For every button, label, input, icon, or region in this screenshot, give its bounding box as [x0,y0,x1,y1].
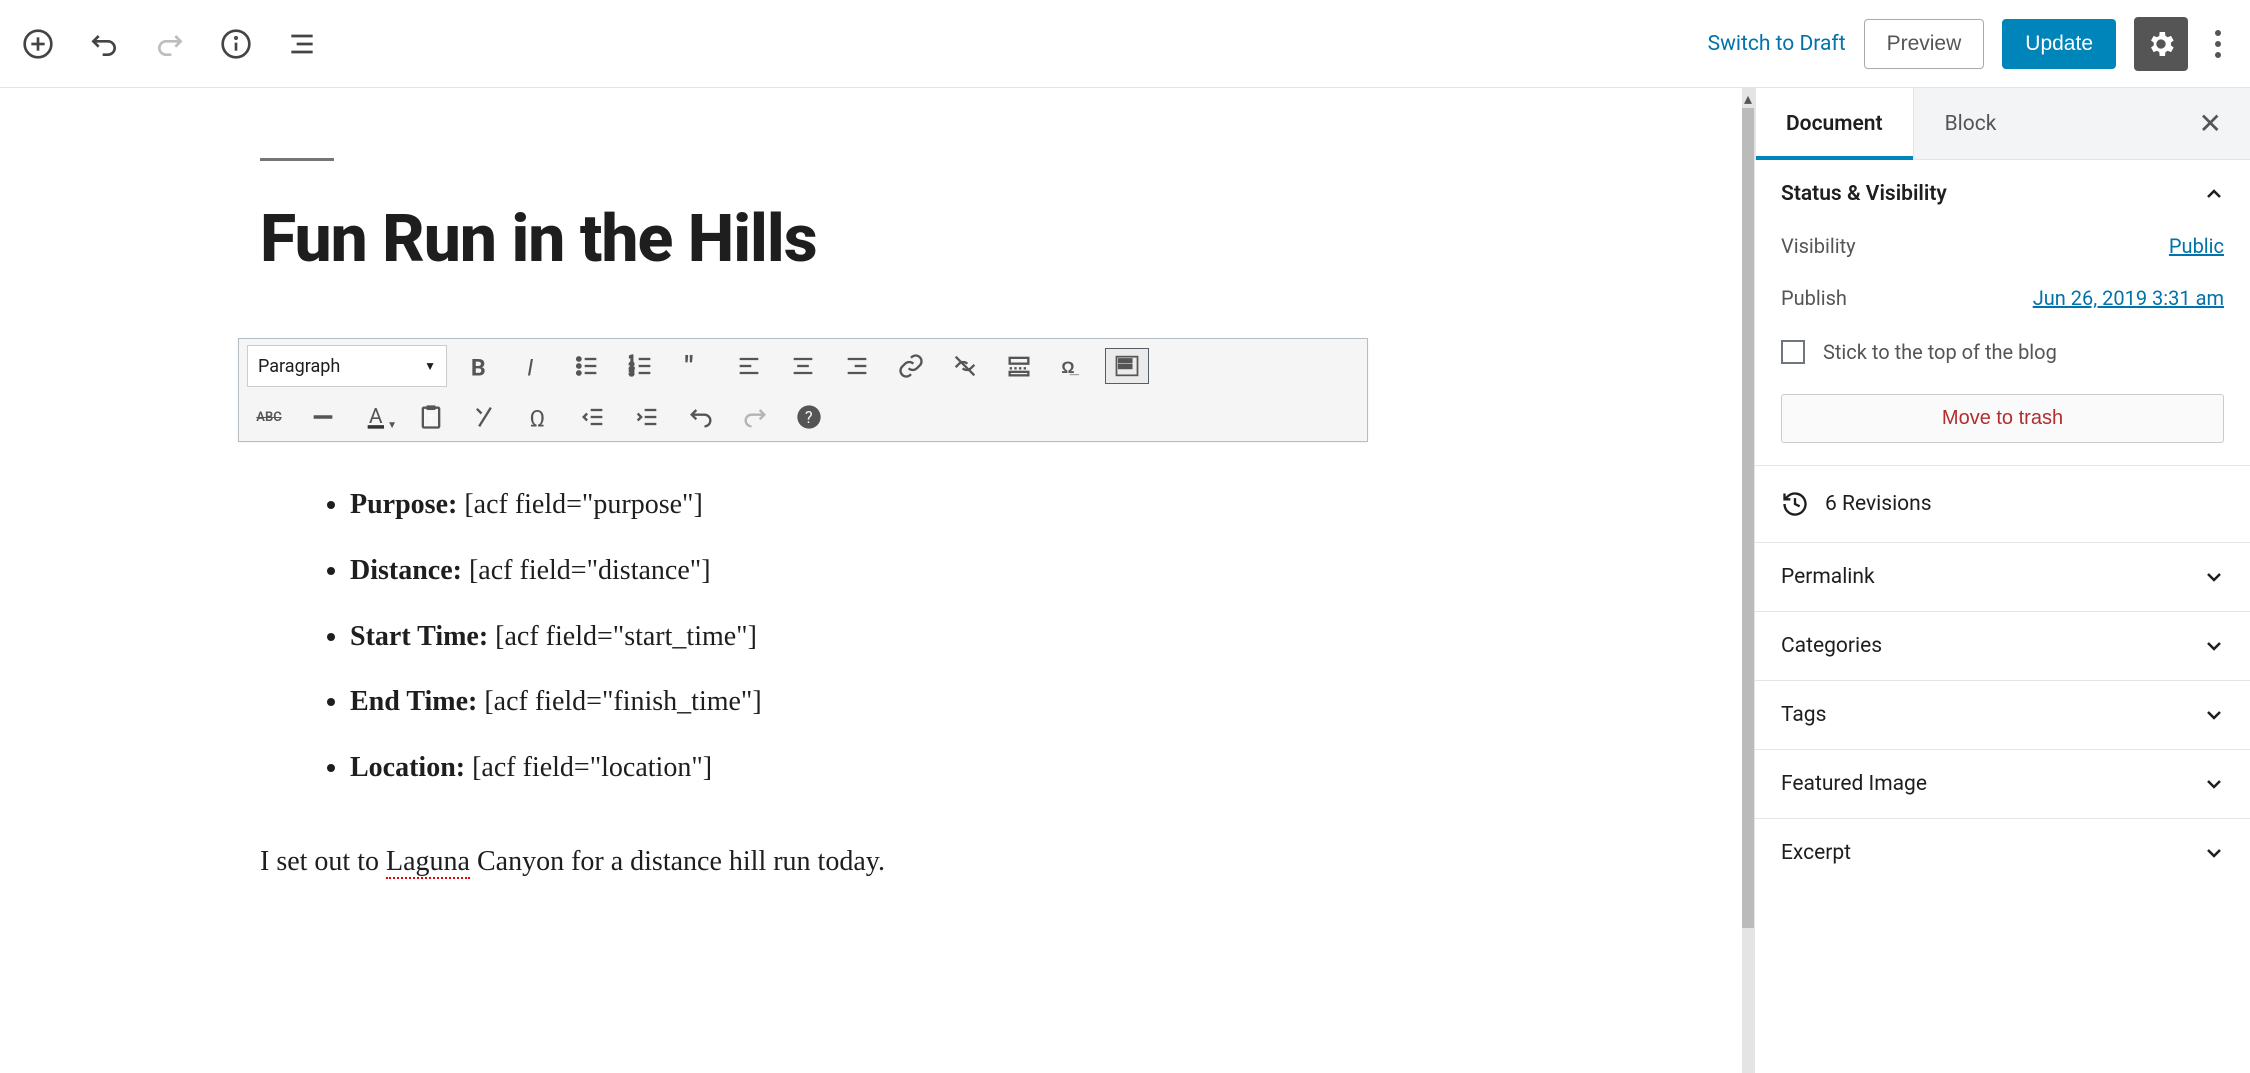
strikethrough-icon[interactable]: ABC [247,399,291,435]
italic-icon[interactable]: I [511,348,555,384]
unlink-icon[interactable] [943,348,987,384]
svg-text:Ω: Ω [530,404,546,431]
caret-down-icon: ▼ [424,359,436,373]
panel-categories[interactable]: Categories [1755,612,2250,681]
panel-featured-image[interactable]: Featured Image [1755,750,2250,819]
panel-excerpt[interactable]: Excerpt [1755,819,2250,887]
visibility-label: Visibility [1781,234,1856,258]
align-left-icon[interactable] [727,348,771,384]
help-icon[interactable]: ? [787,399,831,435]
switch-to-draft-button[interactable]: Switch to Draft [1708,32,1846,56]
svg-text:B: B [471,353,486,380]
svg-text:?: ? [805,408,813,427]
tab-document[interactable]: Document [1755,88,1914,159]
panel-status-header[interactable]: Status & Visibility [1781,182,2224,206]
list-item[interactable]: Start Time: [acf field="start_time"] [350,604,1754,670]
scrollbar-thumb[interactable] [1742,108,1754,928]
preview-button[interactable]: Preview [1864,19,1985,69]
editor-area: Fun Run in the Hills Paragraph ▼ B I 123… [0,88,1754,1073]
settings-sidebar: Document Block ✕ Status & Visibility Vis… [1754,88,2250,1073]
format-select-label: Paragraph [258,356,340,377]
bullet-list-icon[interactable] [565,348,609,384]
bold-icon[interactable]: B [457,348,501,384]
svg-text:": " [685,352,694,380]
outline-icon[interactable] [284,26,320,62]
paste-text-icon[interactable]: T [409,399,453,435]
list-item[interactable]: Location: [acf field="location"] [350,735,1754,801]
settings-icon[interactable] [2134,17,2188,71]
move-to-trash-button[interactable]: Move to trash [1781,394,2224,443]
body-paragraph[interactable]: I set out to Laguna Canyon for a distanc… [260,846,1754,878]
outdent-icon[interactable] [571,399,615,435]
chevron-up-icon [2204,184,2224,204]
post-title[interactable]: Fun Run in the Hills [260,201,1754,278]
redo-editor-icon [733,399,777,435]
chevron-down-icon [2204,774,2224,794]
top-toolbar: Switch to Draft Preview Update [0,0,2250,88]
link-icon[interactable] [889,348,933,384]
svg-text:Ω̲: Ω̲ [1061,358,1079,377]
undo-editor-icon[interactable] [679,399,723,435]
chevron-down-icon [2204,636,2224,656]
info-icon[interactable] [218,26,254,62]
stick-label: Stick to the top of the blog [1823,340,2057,364]
indent-icon[interactable] [625,399,669,435]
toolbar-toggle-icon[interactable] [1105,348,1149,384]
tab-block[interactable]: Block [1914,88,2028,159]
chevron-down-icon [2204,705,2224,725]
svg-text:I: I [527,353,533,380]
blockquote-icon[interactable]: " [673,348,717,384]
list-item[interactable]: End Time: [acf field="finish_time"] [350,669,1754,735]
title-divider [260,158,334,161]
list-item[interactable]: Distance: [acf field="distance"] [350,538,1754,604]
format-select[interactable]: Paragraph ▼ [247,345,447,387]
undo-icon[interactable] [86,26,122,62]
caret-down-icon: ▼ [387,420,397,431]
stick-checkbox[interactable] [1781,340,1805,364]
svg-text:3: 3 [629,367,634,377]
editor-scrollbar[interactable]: ▴ [1742,88,1754,1073]
chevron-down-icon [2204,567,2224,587]
panel-permalink[interactable]: Permalink [1755,543,2250,612]
panel-tags[interactable]: Tags [1755,681,2250,750]
more-menu-icon[interactable] [2206,20,2230,68]
redo-icon [152,26,188,62]
chevron-down-icon [2204,843,2224,863]
revisions-row[interactable]: 6 Revisions [1755,466,2250,543]
spellcheck-word[interactable]: Laguna [386,846,470,879]
history-icon [1781,490,1809,518]
text-color-icon[interactable]: A▼ [355,399,399,435]
panel-status-visibility: Status & Visibility Visibility Public Pu… [1755,160,2250,466]
classic-editor-toolbar: Paragraph ▼ B I 123 " Ω̲ [238,338,1368,442]
horizontal-rule-icon[interactable] [301,399,345,435]
visibility-value[interactable]: Public [2169,234,2224,258]
align-center-icon[interactable] [781,348,825,384]
insert-more-icon[interactable] [997,348,1041,384]
close-sidebar-icon[interactable]: ✕ [2171,88,2250,159]
publish-value[interactable]: Jun 26, 2019 3:31 am [2033,286,2224,310]
align-right-icon[interactable] [835,348,879,384]
list-item[interactable]: Purpose: [acf field="purpose"] [350,472,1754,538]
scroll-up-icon[interactable]: ▴ [1742,88,1754,108]
content-list[interactable]: Purpose: [acf field="purpose"] Distance:… [260,472,1754,801]
clear-formatting-icon[interactable] [463,399,507,435]
wp-toolbar-icon[interactable]: Ω̲ [1051,348,1095,384]
numbered-list-icon[interactable]: 123 [619,348,663,384]
add-block-icon[interactable] [20,26,56,62]
update-button[interactable]: Update [2002,19,2116,69]
svg-text:T: T [428,412,435,426]
special-character-icon[interactable]: Ω [517,399,561,435]
publish-label: Publish [1781,286,1847,310]
